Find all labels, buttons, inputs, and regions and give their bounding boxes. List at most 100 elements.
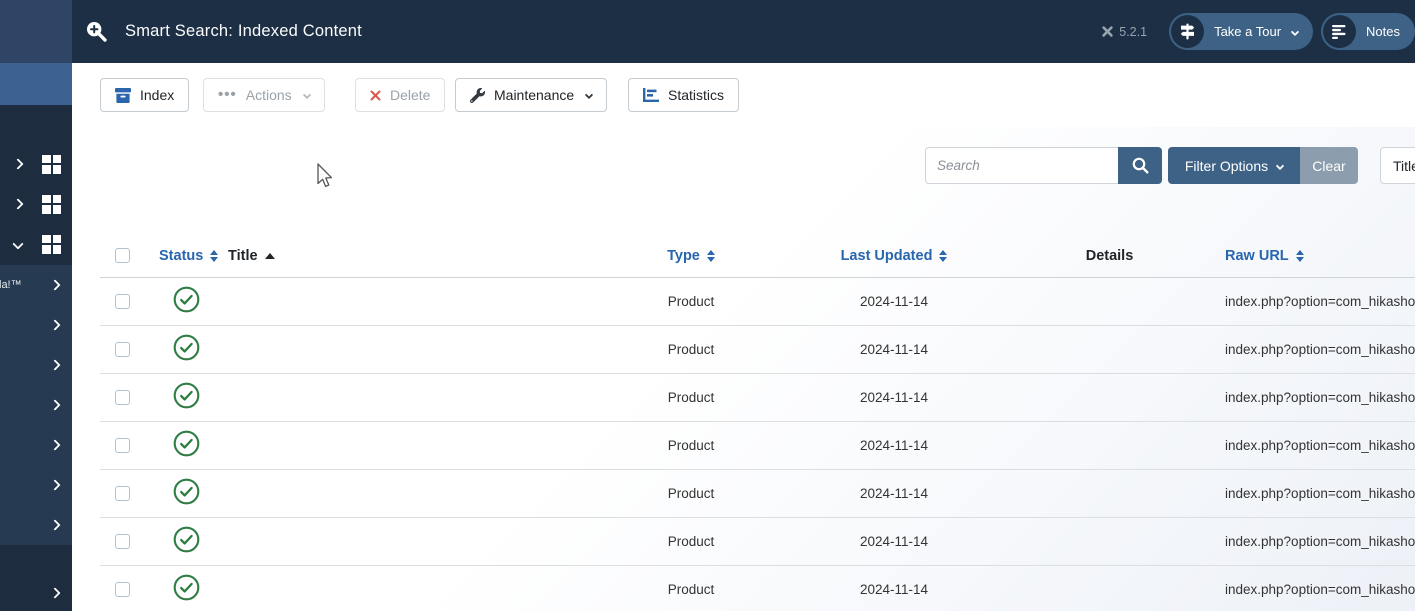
- last-updated-cell: 2024-11-14: [859, 293, 929, 309]
- chevron-right-icon: [49, 519, 61, 531]
- title-cell: [228, 421, 588, 469]
- details-cell: [994, 421, 1225, 469]
- title-cell: [228, 517, 588, 565]
- chevron-right-icon: [12, 198, 24, 210]
- details-cell: [994, 373, 1225, 421]
- title-cell: [228, 373, 588, 421]
- last-updated-cell: 2024-11-14: [859, 437, 929, 453]
- chevron-right-icon: [12, 158, 24, 170]
- filter-options-label: Filter Options: [1184, 157, 1269, 174]
- column-header-type[interactable]: Type: [667, 248, 715, 264]
- sidebar-submenu: la!™: [0, 265, 72, 545]
- wrench-icon: [470, 87, 485, 103]
- published-check-icon[interactable]: [173, 286, 200, 313]
- maintenance-button[interactable]: Maintenance: [455, 78, 608, 112]
- type-cell: Product: [667, 389, 715, 405]
- sidebar-menu-item-1[interactable]: [0, 144, 72, 184]
- type-cell: Product: [667, 437, 715, 453]
- published-check-icon[interactable]: [173, 574, 200, 601]
- chevron-right-icon: [49, 319, 61, 331]
- sort-by-select[interactable]: Title: [1380, 147, 1415, 184]
- column-header-status[interactable]: Status: [159, 248, 219, 264]
- notes-list-icon: [1323, 15, 1357, 48]
- filter-options-button[interactable]: Filter Options: [1168, 147, 1300, 184]
- row-checkbox[interactable]: [115, 437, 130, 453]
- search-submit-button[interactable]: [1118, 147, 1162, 184]
- sidebar-submenu-item[interactable]: [0, 385, 72, 425]
- sidebar-submenu-item[interactable]: [0, 505, 72, 545]
- row-checkbox[interactable]: [115, 293, 130, 309]
- published-check-icon[interactable]: [173, 382, 200, 409]
- sidebar-submenu-item[interactable]: [0, 465, 72, 505]
- take-a-tour-button[interactable]: Take a Tour: [1169, 13, 1314, 50]
- chevron-right-icon: [49, 479, 61, 491]
- chevron-down-icon: [12, 238, 24, 250]
- sidebar-active-item[interactable]: [0, 63, 72, 105]
- index-button-label: Index: [140, 87, 175, 103]
- last-updated-cell: 2024-11-14: [859, 485, 929, 501]
- statistics-button[interactable]: Statistics: [628, 78, 740, 112]
- delete-button[interactable]: Delete: [355, 78, 446, 112]
- sidebar-submenu-item[interactable]: [0, 345, 72, 385]
- content-area: Filter Options Clear Title Status Title: [72, 127, 1415, 611]
- joomla-logo-icon: [1102, 26, 1113, 37]
- delete-button-label: Delete: [390, 87, 431, 103]
- actions-button[interactable]: ••• Actions: [203, 78, 325, 112]
- sidebar-submenu-item[interactable]: [0, 425, 72, 465]
- take-a-tour-label: Take a Tour: [1214, 24, 1282, 39]
- last-updated-cell: 2024-11-14: [859, 533, 929, 549]
- raw-url-cell: index.php?option=com_hikashop&ctr: [1225, 533, 1415, 549]
- joomla-version: 5.2.1: [1101, 25, 1147, 39]
- signpost-icon: [1171, 15, 1205, 48]
- details-cell: [994, 565, 1225, 611]
- title-cell: [228, 277, 588, 325]
- table-header-row: Status Title Type Last Updated Details R…: [100, 235, 1415, 277]
- title-cell: [228, 565, 588, 611]
- dashboard-grid-icon: [42, 234, 61, 254]
- notes-button[interactable]: Notes: [1321, 13, 1415, 50]
- chevron-right-icon: [49, 587, 61, 599]
- chevron-down-icon: [584, 90, 594, 100]
- search-input[interactable]: [925, 147, 1118, 184]
- archive-icon: [115, 87, 131, 103]
- raw-url-cell: index.php?option=com_hikashop&ctr: [1225, 389, 1415, 405]
- published-check-icon[interactable]: [173, 430, 200, 457]
- sidebar: la!™: [0, 0, 72, 611]
- indexed-table-body: Product 2024-11-14 index.php?option=com_…: [100, 277, 1415, 611]
- clear-button[interactable]: Clear: [1300, 147, 1358, 184]
- column-header-last-updated[interactable]: Last Updated: [841, 248, 948, 264]
- sidebar-submenu-item[interactable]: la!™: [0, 265, 72, 305]
- row-checkbox[interactable]: [115, 581, 130, 597]
- published-check-icon[interactable]: [173, 334, 200, 361]
- column-header-title[interactable]: Title: [228, 248, 275, 264]
- details-cell: [994, 517, 1225, 565]
- sidebar-menu-item-3-expanded[interactable]: [0, 224, 72, 264]
- sort-icon: [939, 249, 948, 262]
- column-header-raw-url[interactable]: Raw URL: [1225, 248, 1304, 264]
- last-updated-cell: 2024-11-14: [859, 341, 929, 357]
- published-check-icon[interactable]: [173, 526, 200, 553]
- chevron-right-icon: [49, 359, 61, 371]
- notes-label: Notes: [1366, 24, 1400, 39]
- select-all-checkbox[interactable]: [115, 248, 130, 264]
- type-cell: Product: [667, 581, 715, 597]
- row-checkbox[interactable]: [115, 389, 130, 405]
- header-right-group: 5.2.1 Take a Tour Notes: [1101, 13, 1415, 50]
- actions-button-label: Actions: [245, 87, 292, 103]
- sidebar-submenu-item[interactable]: [0, 305, 72, 345]
- row-checkbox[interactable]: [115, 485, 130, 501]
- sidebar-bottom-item[interactable]: [0, 575, 72, 611]
- last-updated-cell: 2024-11-14: [859, 581, 929, 597]
- sidebar-logo-area: [0, 0, 72, 63]
- indexed-content-table: Status Title Type Last Updated Details R…: [100, 235, 1415, 611]
- raw-url-cell: index.php?option=com_hikashop&ctr: [1225, 437, 1415, 453]
- row-checkbox[interactable]: [115, 341, 130, 357]
- row-checkbox[interactable]: [115, 533, 130, 549]
- sidebar-menu-item-2[interactable]: [0, 184, 72, 224]
- published-check-icon[interactable]: [173, 478, 200, 505]
- table-row: Product 2024-11-14 index.php?option=com_…: [100, 277, 1415, 325]
- raw-url-cell: index.php?option=com_hikashop&ctr: [1225, 341, 1415, 357]
- raw-url-cell: index.php?option=com_hikashop&ctr: [1225, 581, 1415, 597]
- app-header: Smart Search: Indexed Content 5.2.1 Take…: [72, 0, 1415, 63]
- index-button[interactable]: Index: [100, 78, 190, 112]
